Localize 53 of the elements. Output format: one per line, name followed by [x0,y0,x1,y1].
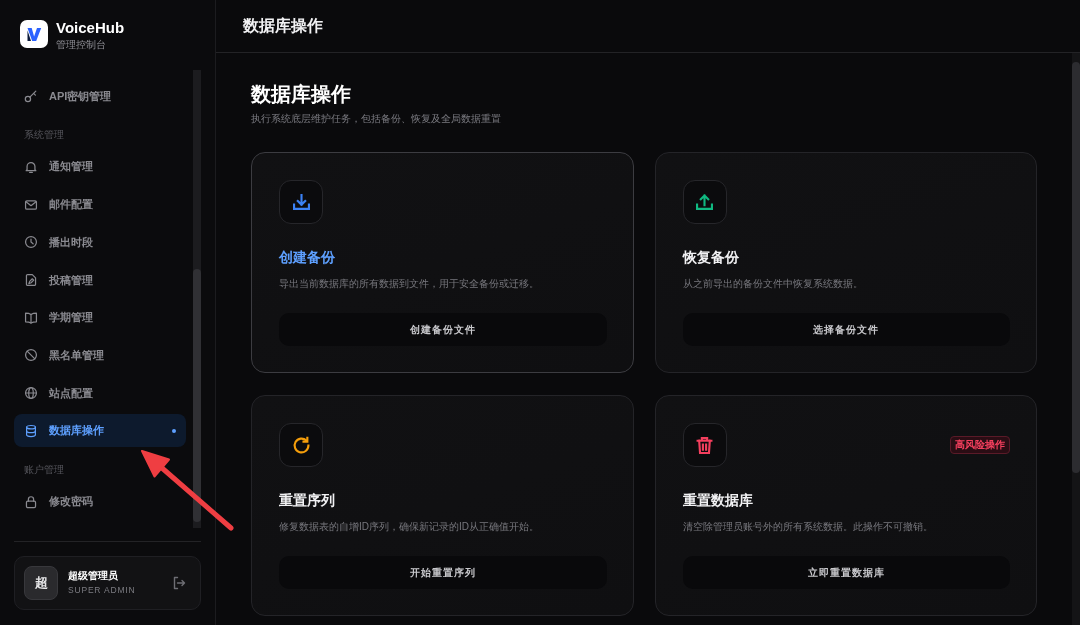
avatar: 超 [24,566,58,600]
user-name: 超级管理员 [68,570,119,582]
header-title: 数据库操作 [243,15,323,36]
scrollbar[interactable] [1072,53,1080,625]
key-icon [24,89,38,103]
card-title: 恢复备份 [682,248,740,267]
refresh-icon [279,423,323,467]
brand-subtitle: 管理控制台 [56,39,107,51]
nav-item[interactable]: 投稿管理 [14,263,186,297]
nav-item[interactable]: 邮件配置 [14,188,186,222]
user-role: SUPER ADMIN [68,585,137,596]
nav-item[interactable]: 站点配置 [14,376,186,410]
action-button[interactable]: 开始重置序列 [279,556,607,589]
globe-icon [24,386,38,401]
document-pen-icon [24,273,38,288]
database-icon [24,423,38,438]
trash-icon [682,423,727,467]
download-icon [279,180,323,224]
nav-item[interactable]: 学期管理 [14,301,186,335]
upload-icon [682,180,727,224]
card-title: 重置数据库 [682,491,754,510]
card-description: 修复数据表的自增ID序列，确保新记录的ID从正确值开始。 [279,520,540,534]
logout-icon [172,576,186,590]
card-title: 创建备份 [279,248,336,267]
action-button[interactable]: 选择备份文件 [682,313,1010,346]
mail-icon [24,197,38,212]
active-dot-icon [172,428,176,433]
page-title: 数据库操作 [251,82,352,106]
nav-item[interactable]: 通知管理 [14,150,186,184]
card-title: 重置序列 [279,491,336,510]
nav-item[interactable]: 修改密码 [14,485,186,519]
ban-icon [24,348,38,363]
brand-name: VoiceHub [56,19,125,36]
logout-button[interactable] [172,576,186,590]
action-button[interactable]: 创建备份文件 [279,313,607,346]
section-label: 账户管理 [23,463,65,478]
bell-icon [24,160,38,174]
scrollbar[interactable] [193,70,201,528]
book-icon [24,310,38,325]
card-description: 从之前导出的备份文件中恢复系统数据。 [682,277,864,291]
section-label: 系统管理 [23,128,65,143]
nav-item[interactable]: 播出时段 [14,225,186,259]
nav-item[interactable]: 黑名单管理 [14,338,186,372]
page-subtitle: 执行系统底层维护任务，包括备份、恢复及全局数据重置 [251,112,502,126]
lock-icon [24,494,38,509]
card-description: 导出当前数据库的所有数据到文件，用于安全备份或迁移。 [279,277,540,291]
nav-item[interactable]: API密钥管理 [14,79,186,113]
card-description: 清空除管理员账号外的所有系统数据。此操作不可撤销。 [682,520,934,534]
logo-icon [20,20,48,48]
risk-badge: 高风险操作 [950,436,1010,454]
action-button[interactable]: 立即重置数据库 [682,556,1010,589]
clock-icon [24,235,38,250]
nav-item[interactable]: 数据库操作 [14,414,186,448]
